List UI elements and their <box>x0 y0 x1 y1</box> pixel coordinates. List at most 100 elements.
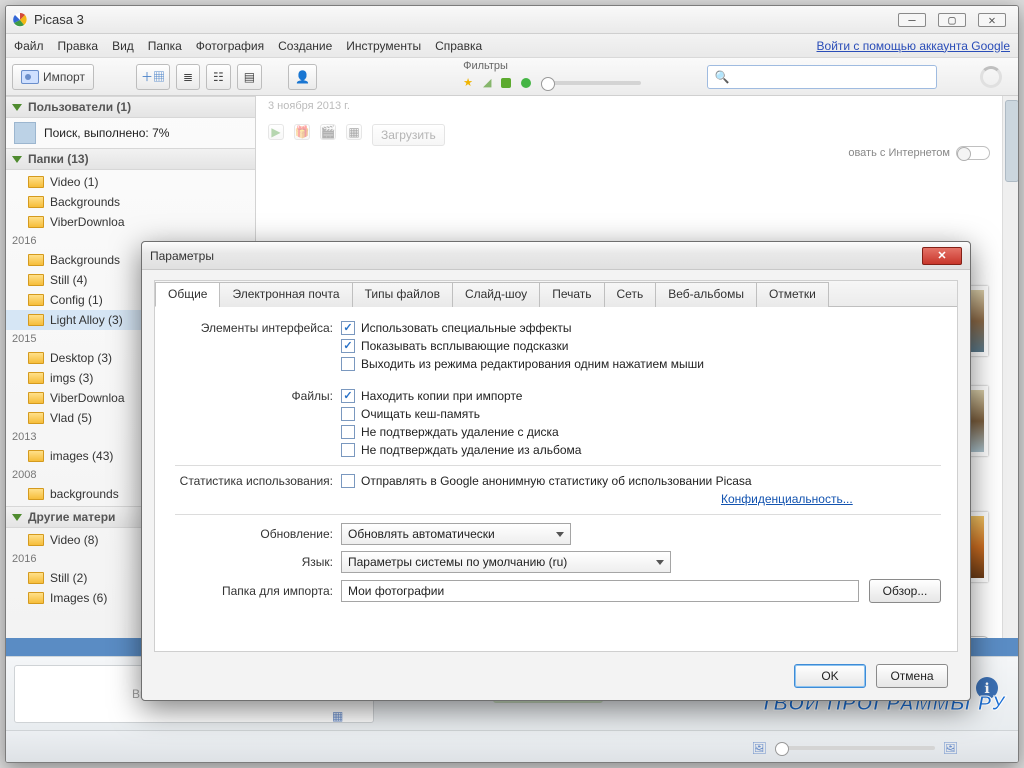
folder-icon <box>28 592 44 604</box>
sidebar-users-head[interactable]: Пользователи (1) <box>6 96 255 118</box>
filter-face-icon[interactable] <box>501 78 511 88</box>
add-icon[interactable]: ▦ <box>332 709 346 723</box>
menu-photo[interactable]: Фотография <box>196 39 264 53</box>
folder-icon <box>28 314 44 326</box>
checkbox-tooltips[interactable] <box>341 339 355 353</box>
caret-down-icon <box>12 104 22 111</box>
filter-star-icon[interactable]: ★ <box>463 76 473 89</box>
zoom-in-icon[interactable]: 🖼 <box>943 741 958 755</box>
folder-item[interactable]: Video (1) <box>6 172 255 192</box>
language-dropdown[interactable]: Параметры системы по умолчанию (ru) <box>341 551 671 573</box>
opt-deldisk: Не подтверждать удаление с диска <box>361 425 559 439</box>
folder-icon <box>28 534 44 546</box>
tab-print[interactable]: Печать <box>539 282 604 307</box>
menu-folder[interactable]: Папка <box>148 39 182 53</box>
play-icon[interactable]: ▶ <box>268 124 284 140</box>
google-login-link[interactable]: Войти с помощью аккаунта Google <box>817 39 1010 53</box>
tab-network[interactable]: Сеть <box>604 282 657 307</box>
search-input[interactable]: 🔍 <box>707 65 937 89</box>
maximize-button[interactable]: ▢ <box>938 13 966 27</box>
menu-create[interactable]: Создание <box>278 39 332 53</box>
filter-slider[interactable] <box>541 81 641 85</box>
update-label: Обновление: <box>155 527 341 541</box>
browse-button[interactable]: Обзор... <box>869 579 941 603</box>
folder-icon <box>28 450 44 462</box>
spinner-icon <box>980 66 1002 88</box>
folder-icon <box>28 254 44 266</box>
checkbox-single-click-exit[interactable] <box>341 357 355 371</box>
filter-geo-icon[interactable] <box>521 78 531 88</box>
filter-tag-icon[interactable]: ◢ <box>483 76 491 89</box>
other-head-label: Другие матери <box>28 510 115 524</box>
zoom-slider[interactable]: 🖼 🖼 <box>752 741 958 755</box>
scan-progress-text: Поиск, выполнено: 7% <box>44 126 169 140</box>
close-button[interactable]: ✕ <box>978 13 1006 27</box>
window-controls: — ▢ ✕ <box>898 13 1006 27</box>
folder-icon <box>28 352 44 364</box>
tab-general[interactable]: Общие <box>155 282 220 307</box>
zoom-out-icon[interactable]: 🖼 <box>752 741 767 755</box>
checkbox-find-dup[interactable] <box>341 389 355 403</box>
tab-filetypes[interactable]: Типы файлов <box>352 282 453 307</box>
gift-icon[interactable]: 🎁 <box>294 124 310 140</box>
separator <box>175 465 941 466</box>
folder-toolbar-blurred: ▶ 🎁 🎬 ▦ Загрузить <box>268 124 445 146</box>
menu-view[interactable]: Вид <box>112 39 134 53</box>
filters-label: Фильтры <box>463 60 641 72</box>
ok-button[interactable]: OK <box>794 664 866 688</box>
checkbox-clear-cache[interactable] <box>341 407 355 421</box>
folder-item[interactable]: ViberDownloa <box>6 212 255 232</box>
toolbar: Импорт ＋▦ ≣ ☷ ▤ 👤 Фильтры ★ ◢ 🔍 <box>6 58 1018 96</box>
picasa-logo-icon <box>12 12 28 28</box>
privacy-link[interactable]: Конфиденциальность... <box>721 492 853 506</box>
minimize-button[interactable]: — <box>898 13 926 27</box>
status-bar: 🖼 🖼 <box>6 730 1018 763</box>
camera-icon <box>21 70 39 84</box>
lang-label: Язык: <box>155 555 341 569</box>
view-tree-button[interactable]: ☷ <box>206 64 231 90</box>
toggle-icon <box>956 146 990 160</box>
tab-email[interactable]: Электронная почта <box>219 282 352 307</box>
menu-tools[interactable]: Инструменты <box>346 39 421 53</box>
menu-file[interactable]: Файл <box>14 39 44 53</box>
tab-slideshow[interactable]: Слайд-шоу <box>452 282 540 307</box>
folder-icon <box>28 196 44 208</box>
collage-icon[interactable]: ▦ <box>346 124 362 140</box>
import-folder-label: Папка для импорта: <box>155 584 341 598</box>
folder-item[interactable]: Backgrounds <box>6 192 255 212</box>
view-list-button[interactable]: ≣ <box>176 64 200 90</box>
folder-icon <box>28 372 44 384</box>
menu-edit[interactable]: Правка <box>58 39 99 53</box>
dialog-title: Параметры <box>150 249 214 263</box>
cancel-button[interactable]: Отмена <box>876 664 948 688</box>
opt-send: Отправлять в Google анонимную статистику… <box>361 474 752 488</box>
tab-webalbums[interactable]: Веб-альбомы <box>655 282 757 307</box>
dialog-footer: OK Отмена <box>794 664 948 688</box>
tab-content: Элементы интерфейса: Использовать специа… <box>155 307 957 651</box>
checkbox-no-confirm-disk[interactable] <box>341 425 355 439</box>
sidebar-folders-head[interactable]: Папки (13) <box>6 148 255 170</box>
sync-toggle[interactable]: овать с Интернетом <box>848 146 990 160</box>
menu-help[interactable]: Справка <box>435 39 482 53</box>
new-album-button[interactable]: ＋▦ <box>136 64 170 90</box>
import-folder-input[interactable]: Мои фотографии <box>341 580 859 602</box>
avatar-icon <box>14 122 36 144</box>
update-dropdown[interactable]: Обновлять автоматически <box>341 523 571 545</box>
app-body: Пользователи (1) Поиск, выполнено: 7% Па… <box>6 96 1018 763</box>
upload-button[interactable]: Загрузить <box>372 124 445 146</box>
caret-down-icon <box>12 514 22 521</box>
options-dialog: Параметры ✕ Общие Электронная почта Типы… <box>141 241 971 701</box>
dialog-close-button[interactable]: ✕ <box>922 247 962 265</box>
checkbox-send-stats[interactable] <box>341 474 355 488</box>
movie-icon[interactable]: 🎬 <box>320 124 336 140</box>
people-button[interactable]: 👤 <box>288 64 317 90</box>
tab-marks[interactable]: Отметки <box>756 282 829 307</box>
ui-label: Элементы интерфейса: <box>155 321 341 335</box>
checkbox-fx[interactable] <box>341 321 355 335</box>
opt-tips: Показывать всплывающие подсказки <box>361 339 569 353</box>
view-flat-button[interactable]: ▤ <box>237 64 262 90</box>
dialog-titlebar[interactable]: Параметры ✕ <box>142 242 970 270</box>
import-button[interactable]: Импорт <box>12 64 94 90</box>
folder-icon <box>28 488 44 500</box>
checkbox-no-confirm-album[interactable] <box>341 443 355 457</box>
